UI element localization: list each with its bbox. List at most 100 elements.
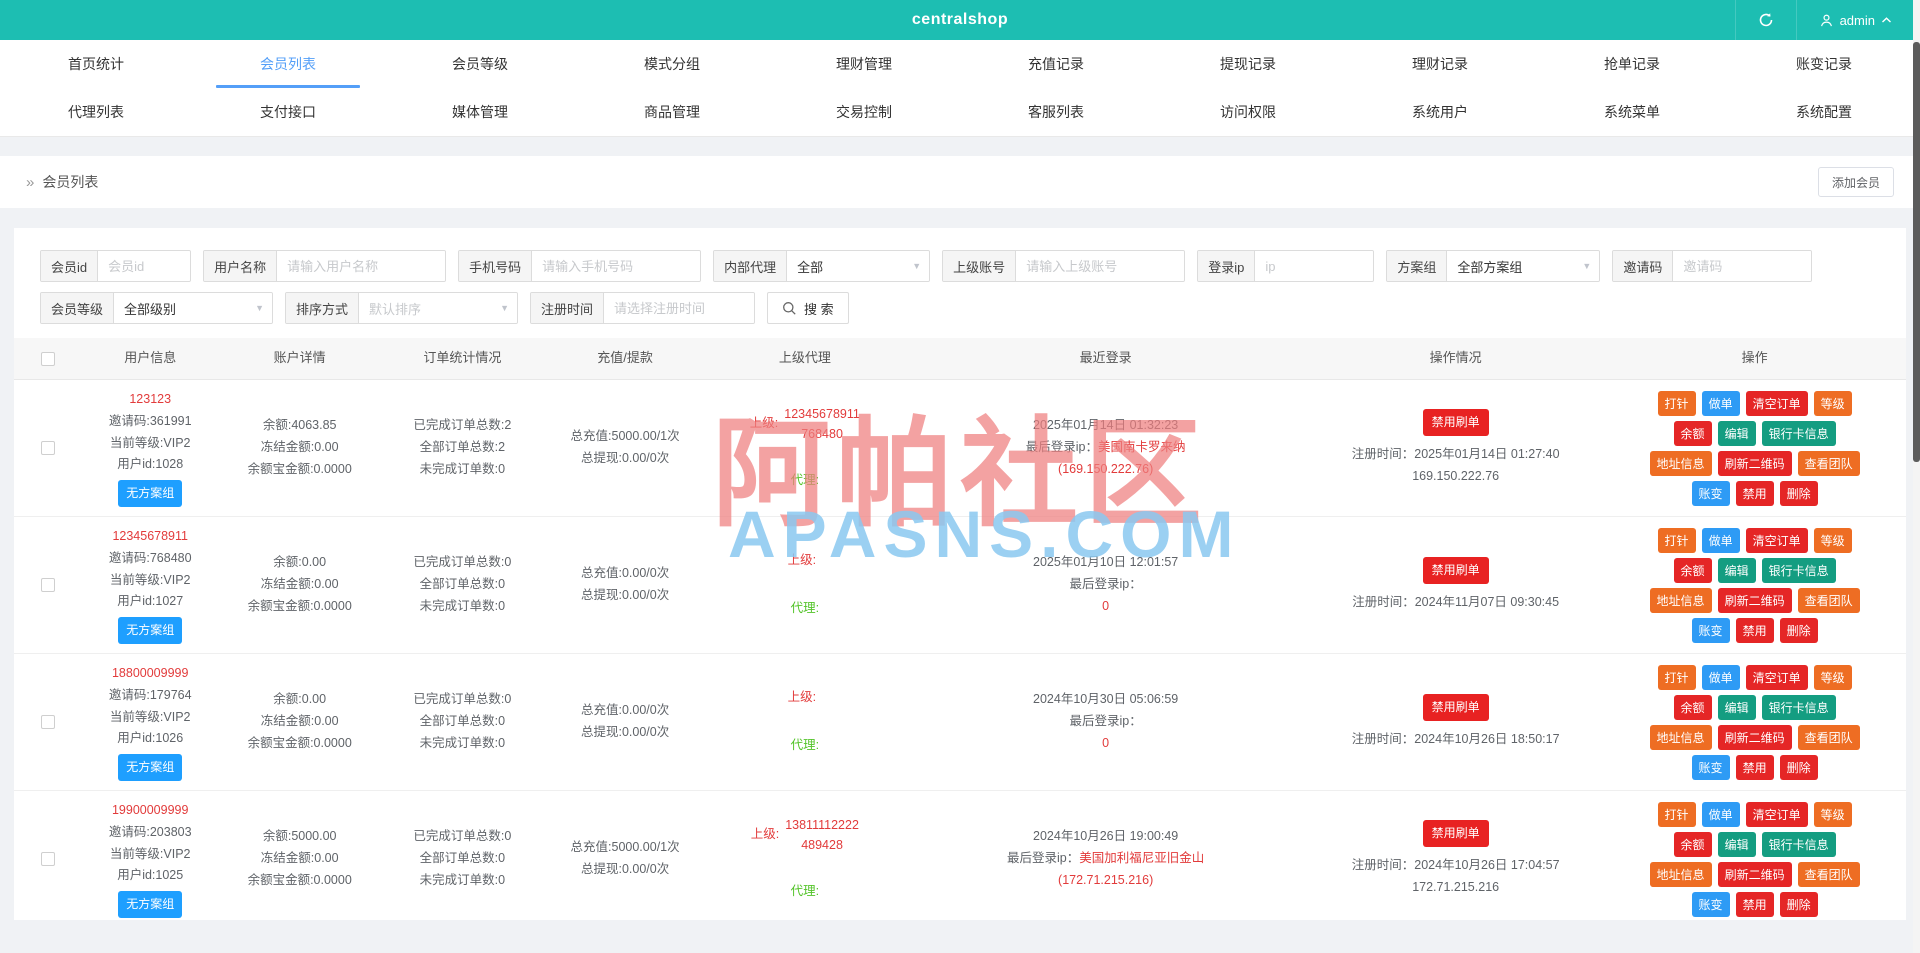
nav-tab-账变记录[interactable]: 账变记录 — [1728, 40, 1920, 88]
nav-tab-会员等级[interactable]: 会员等级 — [384, 40, 576, 88]
action-button-查看团队[interactable]: 查看团队 — [1797, 861, 1860, 887]
action-button-余额[interactable]: 余额 — [1673, 694, 1712, 720]
action-button-账变[interactable]: 账变 — [1691, 754, 1730, 780]
row-checkbox[interactable] — [41, 715, 56, 729]
reg-time-input[interactable] — [604, 293, 755, 323]
ban-brush-badge[interactable]: 禁用刷单 — [1422, 556, 1489, 584]
action-button-银行卡信息[interactable]: 银行卡信息 — [1761, 557, 1836, 583]
row-checkbox[interactable] — [41, 852, 56, 866]
action-button-刷新二维码[interactable]: 刷新二维码 — [1717, 587, 1792, 613]
action-button-编辑[interactable]: 编辑 — [1717, 557, 1756, 583]
row-checkbox[interactable] — [41, 578, 56, 592]
action-button-禁用[interactable]: 禁用 — [1735, 480, 1774, 506]
parent-account[interactable]: 13811112222 — [785, 815, 859, 835]
action-button-余额[interactable]: 余额 — [1673, 420, 1712, 446]
nav-tab-交易控制[interactable]: 交易控制 — [768, 88, 960, 136]
action-button-禁用[interactable]: 禁用 — [1735, 617, 1774, 643]
action-button-账变[interactable]: 账变 — [1691, 480, 1730, 506]
phone-input[interactable] — [532, 251, 701, 281]
nav-tab-充值记录[interactable]: 充值记录 — [960, 40, 1152, 88]
ban-brush-badge[interactable]: 禁用刷单 — [1422, 819, 1489, 847]
action-button-禁用[interactable]: 禁用 — [1735, 754, 1774, 780]
action-button-打针[interactable]: 打针 — [1657, 664, 1696, 690]
ban-brush-badge[interactable]: 禁用刷单 — [1422, 408, 1489, 436]
action-button-等级[interactable]: 等级 — [1813, 527, 1852, 553]
action-button-等级[interactable]: 等级 — [1813, 390, 1852, 416]
member-id-input[interactable] — [98, 251, 191, 281]
nav-tab-理财管理[interactable]: 理财管理 — [768, 40, 960, 88]
plan-group-badge[interactable]: 无方案组 — [118, 754, 183, 782]
plan-group-select[interactable]: 全部方案组 ▼ — [1447, 251, 1600, 281]
action-button-清空订单[interactable]: 清空订单 — [1745, 390, 1808, 416]
action-button-删除[interactable]: 删除 — [1779, 891, 1818, 917]
search-button[interactable]: 搜 索 — [767, 292, 849, 324]
action-button-做单[interactable]: 做单 — [1701, 801, 1740, 827]
action-button-余额[interactable]: 余额 — [1673, 557, 1712, 583]
action-button-编辑[interactable]: 编辑 — [1717, 831, 1756, 857]
nav-tab-代理列表[interactable]: 代理列表 — [0, 88, 192, 136]
plan-group-badge[interactable]: 无方案组 — [118, 891, 183, 919]
action-button-等级[interactable]: 等级 — [1813, 664, 1852, 690]
action-button-删除[interactable]: 删除 — [1779, 617, 1818, 643]
action-button-打针[interactable]: 打针 — [1657, 527, 1696, 553]
nav-tab-支付接口[interactable]: 支付接口 — [192, 88, 384, 136]
action-button-删除[interactable]: 删除 — [1779, 754, 1818, 780]
action-button-账变[interactable]: 账变 — [1691, 617, 1730, 643]
select-all-checkbox[interactable] — [41, 351, 56, 366]
action-button-银行卡信息[interactable]: 银行卡信息 — [1761, 831, 1836, 857]
nav-tab-模式分组[interactable]: 模式分组 — [576, 40, 768, 88]
action-button-做单[interactable]: 做单 — [1701, 527, 1740, 553]
nav-tab-首页统计[interactable]: 首页统计 — [0, 40, 192, 88]
action-button-做单[interactable]: 做单 — [1701, 390, 1740, 416]
username-link[interactable]: 19900009999 — [112, 800, 188, 822]
scrollbar-thumb[interactable] — [1913, 42, 1920, 462]
action-button-编辑[interactable]: 编辑 — [1717, 420, 1756, 446]
action-button-地址信息[interactable]: 地址信息 — [1649, 450, 1712, 476]
add-member-button[interactable]: 添加会员 — [1817, 167, 1894, 197]
action-button-余额[interactable]: 余额 — [1673, 831, 1712, 857]
action-button-清空订单[interactable]: 清空订单 — [1745, 664, 1808, 690]
action-button-地址信息[interactable]: 地址信息 — [1649, 587, 1712, 613]
nav-tab-客服列表[interactable]: 客服列表 — [960, 88, 1152, 136]
action-button-刷新二维码[interactable]: 刷新二维码 — [1717, 724, 1792, 750]
action-button-清空订单[interactable]: 清空订单 — [1745, 801, 1808, 827]
action-button-银行卡信息[interactable]: 银行卡信息 — [1761, 694, 1836, 720]
invite-code-input[interactable] — [1673, 251, 1812, 281]
member-level-select[interactable]: 全部级别 ▼ — [114, 293, 273, 323]
sort-select[interactable]: 默认排序 ▼ — [359, 293, 518, 323]
user-menu[interactable]: admin — [1795, 0, 1914, 40]
action-button-地址信息[interactable]: 地址信息 — [1649, 861, 1712, 887]
nav-tab-系统配置[interactable]: 系统配置 — [1728, 88, 1920, 136]
nav-tab-理财记录[interactable]: 理财记录 — [1344, 40, 1536, 88]
action-button-银行卡信息[interactable]: 银行卡信息 — [1761, 420, 1836, 446]
action-button-查看团队[interactable]: 查看团队 — [1797, 450, 1860, 476]
internal-agent-select[interactable]: 全部 ▼ — [787, 251, 930, 281]
nav-tab-访问权限[interactable]: 访问权限 — [1152, 88, 1344, 136]
username-link[interactable]: 18800009999 — [112, 663, 188, 685]
action-button-打针[interactable]: 打针 — [1657, 390, 1696, 416]
action-button-删除[interactable]: 删除 — [1779, 480, 1818, 506]
username-input[interactable] — [277, 251, 446, 281]
ban-brush-badge[interactable]: 禁用刷单 — [1422, 693, 1489, 721]
action-button-编辑[interactable]: 编辑 — [1717, 694, 1756, 720]
nav-tab-抢单记录[interactable]: 抢单记录 — [1536, 40, 1728, 88]
parent-account[interactable]: 12345678911 — [784, 404, 860, 424]
nav-tab-媒体管理[interactable]: 媒体管理 — [384, 88, 576, 136]
nav-tab-会员列表[interactable]: 会员列表 — [192, 40, 384, 88]
action-button-等级[interactable]: 等级 — [1813, 801, 1852, 827]
plan-group-badge[interactable]: 无方案组 — [118, 617, 183, 645]
action-button-查看团队[interactable]: 查看团队 — [1797, 587, 1860, 613]
action-button-查看团队[interactable]: 查看团队 — [1797, 724, 1860, 750]
action-button-打针[interactable]: 打针 — [1657, 801, 1696, 827]
plan-group-badge[interactable]: 无方案组 — [118, 480, 183, 508]
action-button-禁用[interactable]: 禁用 — [1735, 891, 1774, 917]
parent-account-input[interactable] — [1016, 251, 1185, 281]
login-ip-input[interactable] — [1255, 251, 1374, 281]
nav-tab-商品管理[interactable]: 商品管理 — [576, 88, 768, 136]
refresh-button[interactable] — [1734, 0, 1796, 40]
action-button-账变[interactable]: 账变 — [1691, 891, 1730, 917]
action-button-清空订单[interactable]: 清空订单 — [1745, 527, 1808, 553]
row-checkbox[interactable] — [41, 441, 56, 455]
action-button-地址信息[interactable]: 地址信息 — [1649, 724, 1712, 750]
nav-tab-系统菜单[interactable]: 系统菜单 — [1536, 88, 1728, 136]
